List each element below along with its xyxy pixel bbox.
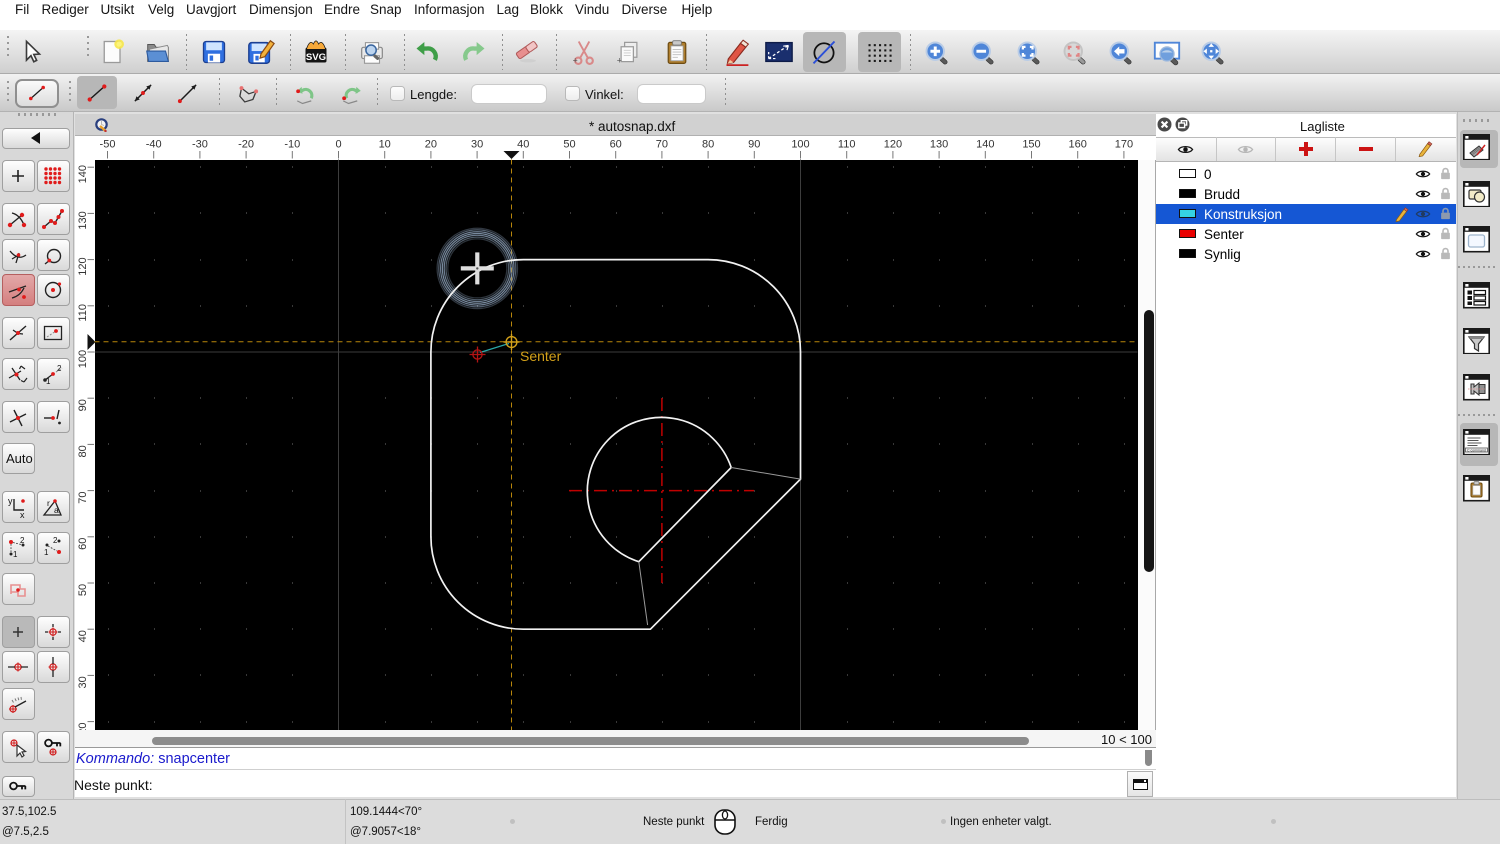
svg-text:Senter: Senter xyxy=(520,348,562,364)
svg-text:C command: C command xyxy=(1467,448,1486,452)
